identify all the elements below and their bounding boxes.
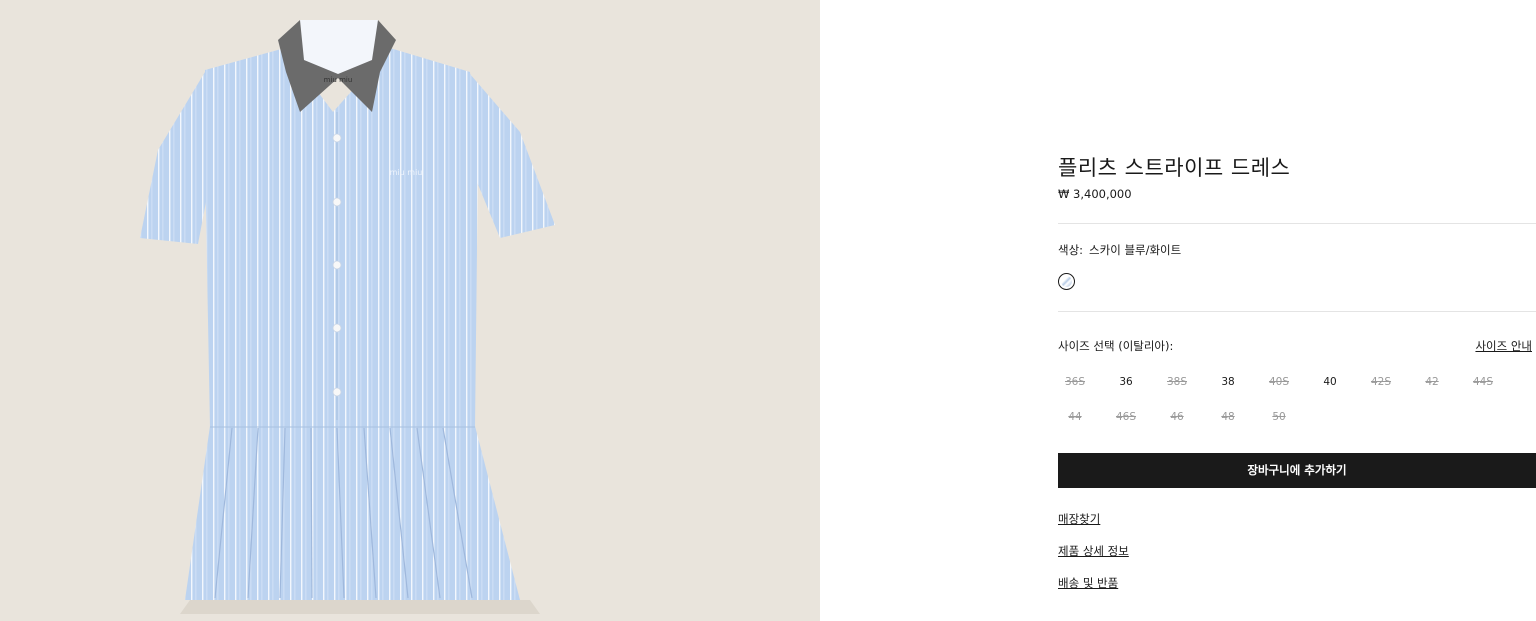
color-swatch-fill [1061, 276, 1072, 287]
divider [1058, 223, 1536, 224]
image-logo-text: miu miu [324, 76, 353, 84]
size-option-44s[interactable]: 44S [1466, 376, 1500, 388]
size-option-44[interactable]: 44 [1058, 411, 1092, 423]
color-row: 색상: 스카이 블루/화이트 [1058, 242, 1181, 258]
image-chest-logo: miu miu [390, 168, 423, 177]
size-option-36[interactable]: 36 [1109, 376, 1143, 388]
product-price: ₩ 3,400,000 [1058, 187, 1132, 201]
shipping-returns-link[interactable]: 배송 및 반품 [1058, 575, 1118, 591]
size-option-46[interactable]: 46 [1160, 411, 1194, 423]
size-guide-link[interactable]: 사이즈 안내 [1475, 338, 1532, 354]
size-option-36s[interactable]: 36S [1058, 376, 1092, 388]
color-swatch-sky-blue-white[interactable] [1058, 273, 1075, 290]
size-option-38[interactable]: 38 [1211, 376, 1245, 388]
product-info-panel: 플리츠 스트라이프 드레스 ₩ 3,400,000 색상: 스카이 블루/화이트 … [1058, 0, 1536, 621]
size-select-label: 사이즈 선택 (이탈리아): [1058, 339, 1174, 353]
product-image-panel: miu miu miu miu [0, 0, 820, 621]
size-option-48[interactable]: 48 [1211, 411, 1245, 423]
size-option-38s[interactable]: 38S [1160, 376, 1194, 388]
size-option-40[interactable]: 40 [1313, 376, 1347, 388]
size-option-50[interactable]: 50 [1262, 411, 1296, 423]
divider [1058, 311, 1536, 312]
size-option-40s[interactable]: 40S [1262, 376, 1296, 388]
size-option-42s[interactable]: 42S [1364, 376, 1398, 388]
color-value: 스카이 블루/화이트 [1089, 243, 1182, 257]
product-title: 플리츠 스트라이프 드레스 [1058, 156, 1291, 180]
add-to-cart-button[interactable]: 장바구니에 추가하기 [1058, 453, 1536, 488]
store-locator-link[interactable]: 매장찾기 [1058, 511, 1100, 527]
size-option-46s[interactable]: 46S [1109, 411, 1143, 423]
product-image: miu miu miu miu [140, 20, 555, 614]
size-option-42[interactable]: 42 [1415, 376, 1449, 388]
product-details-link[interactable]: 제품 상세 정보 [1058, 543, 1129, 559]
color-label: 색상: [1058, 243, 1084, 257]
